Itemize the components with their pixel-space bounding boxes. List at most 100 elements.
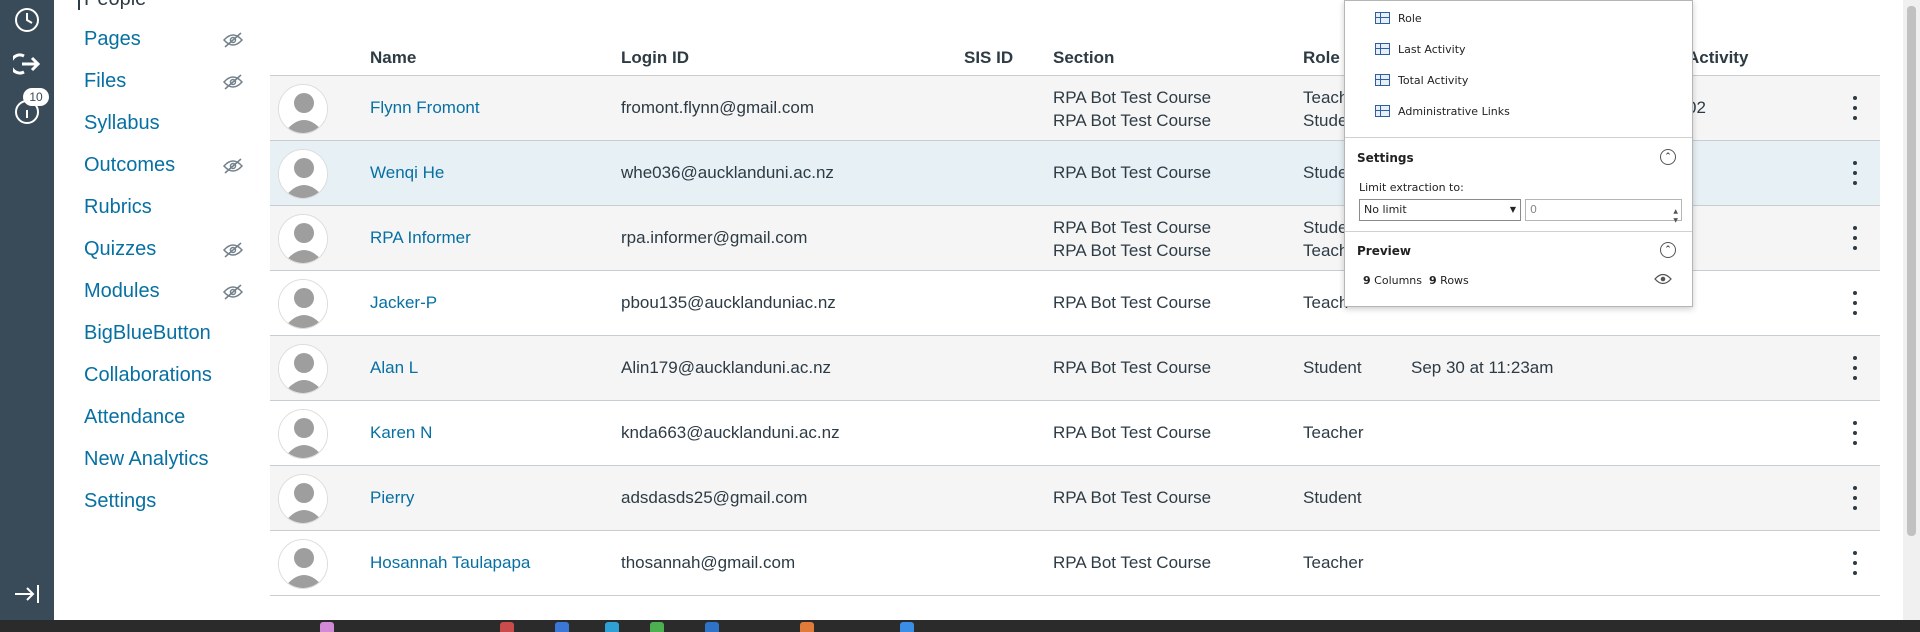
avatar-icon [279, 410, 327, 458]
course-nav-item-collaborations[interactable]: Collaborations [84, 360, 244, 390]
taskbar-app-icon[interactable] [605, 622, 619, 632]
user-name-link[interactable]: Alan L [370, 356, 418, 379]
role: Student [1303, 358, 1362, 377]
table-row: Hosannah Taulapapa thosannah@gmail.com RPA… [270, 531, 1880, 596]
header-section[interactable]: Section [1053, 48, 1114, 68]
course-nav-item-pages[interactable]: Pages [84, 24, 244, 54]
login-id: thosannah@gmail.com [621, 553, 796, 572]
header-role[interactable]: Role [1303, 48, 1340, 68]
field-administrative-links[interactable]: Administrative Links [1375, 102, 1510, 120]
kebab-icon[interactable] [1848, 291, 1862, 315]
course-nav-label: Pages [84, 27, 141, 50]
course-nav-label: Quizzes [84, 237, 157, 260]
course-nav-label: BigBlueButton [84, 321, 211, 344]
course-nav-label: Settings [84, 489, 157, 512]
section: RPA Bot Test Course [1053, 358, 1212, 377]
divider [1345, 231, 1692, 232]
user-name-link[interactable]: RPA Informer [370, 226, 471, 249]
settings-title: Settings [1357, 151, 1414, 165]
grid-field-icon [1375, 74, 1390, 86]
eye-icon[interactable] [1654, 273, 1672, 285]
course-nav-item-syllabus[interactable]: Syllabus [84, 108, 244, 138]
login-id: rpa.informer@gmail.com [621, 228, 808, 247]
course-nav-item-attendance[interactable]: Attendance [84, 402, 244, 432]
header-activity[interactable]: Activity [1687, 48, 1748, 68]
user-name-link[interactable]: Wenqi He [370, 161, 444, 184]
grid-field-icon [1375, 43, 1390, 55]
avatar [278, 539, 328, 589]
section: RPA Bot Test Course [1053, 218, 1212, 237]
field-last-activity[interactable]: Last Activity [1375, 40, 1466, 58]
spin-down-icon[interactable]: ▼ [1673, 211, 1678, 231]
avatar [278, 474, 328, 524]
taskbar-app-icon[interactable] [320, 622, 334, 632]
course-nav-item-files[interactable]: Files [84, 66, 244, 96]
preview-title: Preview [1357, 244, 1412, 258]
course-nav-item-quizzes[interactable]: Quizzes [84, 234, 244, 264]
course-nav-item-outcomes[interactable]: Outcomes [84, 150, 244, 180]
header-login-id[interactable]: Login ID [621, 48, 689, 68]
field-total-activity[interactable]: Total Activity [1375, 71, 1468, 89]
taskbar-app-icon[interactable] [900, 622, 914, 632]
course-nav-item-settings[interactable]: Settings [84, 486, 244, 516]
os-taskbar [0, 620, 1920, 632]
limit-value-input[interactable]: 0 ▲ ▼ [1525, 199, 1682, 224]
collapse-preview-button[interactable]: ⌃ [1660, 242, 1676, 258]
user-name-link[interactable]: Karen N [370, 421, 432, 444]
clock-icon[interactable] [13, 6, 41, 34]
header-name[interactable]: Name [370, 48, 416, 68]
limit-select[interactable]: No limit ▼ [1359, 199, 1521, 221]
kebab-icon[interactable] [1848, 486, 1862, 510]
avatar [278, 279, 328, 329]
section: RPA Bot Test Course [1053, 88, 1212, 107]
user-name-link[interactable]: Jacker-P [370, 291, 437, 314]
kebab-icon[interactable] [1848, 356, 1862, 380]
collapse-nav-icon[interactable] [13, 580, 41, 608]
kebab-icon[interactable] [1848, 96, 1862, 120]
kebab-icon[interactable] [1848, 551, 1862, 575]
role: Student [1303, 488, 1362, 507]
user-name-link[interactable]: Hosannah Taulapapa [370, 551, 530, 574]
course-nav: People Pages Files Syllabus Outcomes Rubrics… [54, 0, 244, 620]
course-nav-item-modules[interactable]: Modules [84, 276, 244, 306]
avatar [278, 409, 328, 459]
section: RPA Bot Test Course [1053, 553, 1212, 572]
taskbar-app-icon[interactable] [705, 622, 719, 632]
collapse-settings-button[interactable]: ⌃ [1660, 149, 1676, 165]
taskbar-app-icon[interactable] [555, 622, 569, 632]
avatar-icon [279, 540, 327, 588]
scrollbar-thumb[interactable] [1907, 6, 1916, 536]
user-name-link[interactable]: Pierry [370, 486, 414, 509]
taskbar-app-icon[interactable] [500, 622, 514, 632]
kebab-icon[interactable] [1848, 226, 1862, 250]
avatar-icon [279, 345, 327, 393]
course-nav-item-new-analytics[interactable]: New Analytics [84, 444, 244, 474]
login-id: whe036@aucklanduni.ac.nz [621, 163, 834, 182]
login-id: knda663@aucklanduni.ac.nz [621, 423, 840, 442]
course-nav-item-bigbluebutton[interactable]: BigBlueButton [84, 318, 244, 348]
login-id: Alin179@aucklanduni.ac.nz [621, 358, 832, 377]
header-sis-id[interactable]: SIS ID [964, 48, 1013, 68]
notification-badge: 10 [23, 88, 49, 106]
taskbar-app-icon[interactable] [800, 622, 814, 632]
field-role[interactable]: Role [1375, 9, 1422, 27]
kebab-icon[interactable] [1848, 421, 1862, 445]
course-nav-item-rubrics[interactable]: Rubrics [84, 192, 244, 222]
role: Teacher [1303, 553, 1364, 572]
user-name-link[interactable]: Flynn Fromont [370, 96, 480, 119]
grid-field-icon [1375, 12, 1390, 24]
avatar-icon [279, 475, 327, 523]
page-scrollbar[interactable] [1903, 0, 1920, 620]
global-nav: 10 [0, 0, 54, 620]
login-id: pbou135@aucklanduniac.nz [621, 293, 836, 312]
role: Teach [1303, 293, 1349, 312]
limit-label: Limit extraction to: [1359, 181, 1464, 194]
section: RPA Bot Test Course [1053, 293, 1212, 312]
kebab-icon[interactable] [1848, 161, 1862, 185]
role: Teacher [1303, 423, 1364, 442]
logout-icon[interactable] [13, 50, 41, 78]
role: Stude [1303, 218, 1348, 237]
taskbar-app-icon[interactable] [650, 622, 664, 632]
course-nav-label: Modules [84, 279, 160, 302]
role: Stude [1303, 111, 1348, 130]
